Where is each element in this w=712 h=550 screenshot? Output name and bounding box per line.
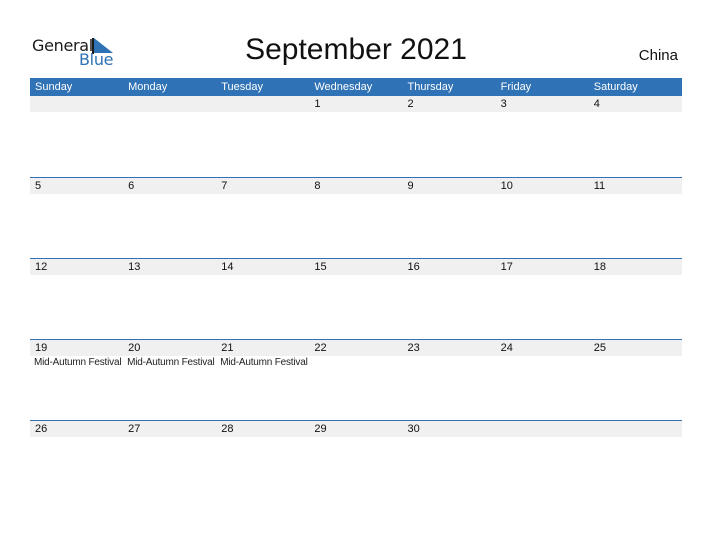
calendar-title: September 2021 [245,33,467,66]
weekday-header: Sunday Monday Tuesday Wednesday Thursday… [30,78,682,96]
week-row: 12 13 14 15 16 17 18 [30,258,682,339]
week-row: 26 27 28 29 30 [30,420,682,501]
day-number: 20 [128,342,141,354]
day-number: 21 [221,342,234,354]
day-number: 28 [221,423,234,435]
weekday-saturday: Saturday [593,81,638,93]
weekday-monday: Monday [128,81,168,93]
day-number: 22 [314,342,327,354]
date-band: 12 13 14 15 16 17 18 [30,259,682,275]
day-number: 17 [500,261,513,273]
day-number: 18 [593,261,606,273]
date-band: 1 2 3 4 [30,96,682,112]
holiday-event [309,356,402,369]
week-row: 1 2 3 4 [30,96,682,177]
week-row: 5 6 7 8 9 10 11 [30,177,682,258]
day-number [30,96,123,112]
day-number [123,96,216,112]
day-number: 10 [500,180,513,192]
day-number: 25 [593,342,606,354]
day-number: 13 [128,261,141,273]
day-number: 8 [314,180,321,192]
day-number: 1 [314,98,321,110]
date-band: 19 20 21 22 23 24 25 [30,340,682,356]
day-number: 14 [221,261,234,273]
weekday-thursday: Thursday [407,81,454,93]
holiday-event: Mid-Autumn Festival [34,357,122,368]
weekday-wednesday: Wednesday [314,81,373,93]
country-label: China [638,47,678,64]
weekday-sunday: Sunday [35,81,73,93]
day-number: 2 [407,98,414,110]
day-number: 12 [35,261,48,273]
day-number: 29 [314,423,327,435]
week-row: 19 20 21 22 23 24 25 Mid-Autumn Festival Mid-Aut… [30,339,682,420]
day-number: 30 [407,423,420,435]
weekday-tuesday: Tuesday [221,81,264,93]
day-number: 6 [128,180,135,192]
day-number: 5 [35,180,42,192]
day-number [589,421,682,437]
day-number: 15 [314,261,327,273]
day-number: 23 [407,342,420,354]
day-number [496,421,589,437]
day-number: 4 [593,98,600,110]
holiday-event [403,356,496,369]
events-row: Mid-Autumn Festival Mid-Autumn Festival Mi… [30,356,682,369]
day-number: 27 [128,423,141,435]
date-band: 26 27 28 29 30 [30,421,682,437]
holiday-event [589,356,682,369]
day-number [216,96,309,112]
day-number: 3 [500,98,507,110]
holiday-event [496,356,589,369]
day-number: 11 [593,180,606,192]
weekday-friday: Friday [500,81,532,93]
calendar-grid: Sunday Monday Tuesday Wednesday Thursday… [30,78,682,501]
holiday-event: Mid-Autumn Festival [127,357,215,368]
day-number: 26 [35,423,48,435]
day-number: 7 [221,180,228,192]
holiday-event: Mid-Autumn Festival [220,357,308,368]
day-number: 16 [407,261,420,273]
day-number: 24 [500,342,513,354]
day-number: 19 [35,342,48,354]
date-band: 5 6 7 8 9 10 11 [30,178,682,194]
day-number: 9 [407,180,414,192]
